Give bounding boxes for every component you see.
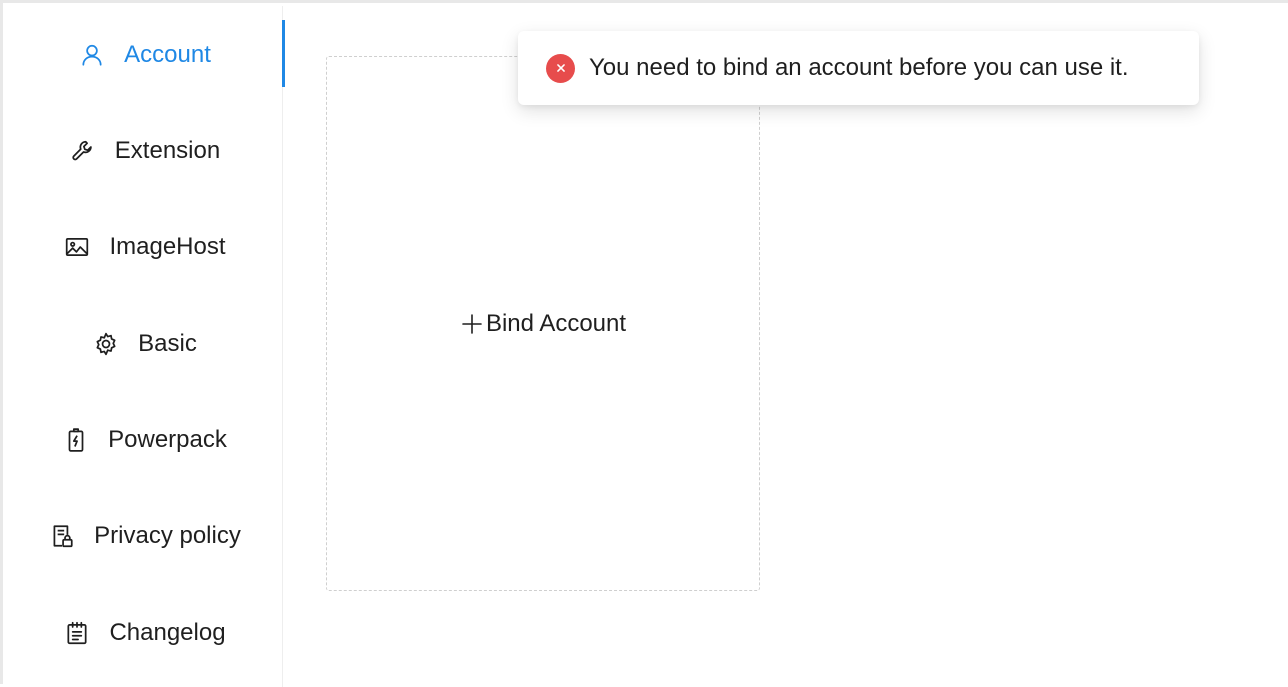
- user-icon: [78, 41, 106, 69]
- sidebar-item-label: Powerpack: [108, 426, 227, 453]
- error-toast: You need to bind an account before you c…: [518, 31, 1199, 105]
- bind-account-card[interactable]: Bind Account: [326, 56, 760, 591]
- battery-bolt-icon: [62, 426, 90, 454]
- sidebar-item-label: Privacy policy: [94, 522, 241, 549]
- gear-icon: [92, 330, 120, 358]
- document-lock-icon: [48, 522, 76, 550]
- sidebar-item-basic[interactable]: Basic: [6, 312, 283, 376]
- sidebar-item-privacy-policy[interactable]: Privacy policy: [6, 504, 283, 568]
- bind-account-button[interactable]: Bind Account: [460, 310, 626, 338]
- sidebar-item-changelog[interactable]: Changelog: [6, 601, 283, 665]
- sidebar-item-account[interactable]: Account: [6, 23, 283, 87]
- sidebar-item-label: Changelog: [109, 619, 226, 646]
- sidebar-item-extension[interactable]: Extension: [6, 119, 283, 183]
- sidebar-item-label: Basic: [138, 330, 197, 357]
- sidebar-item-imagehost[interactable]: ImageHost: [6, 215, 283, 279]
- image-icon: [63, 233, 91, 261]
- sidebar-item-powerpack[interactable]: Powerpack: [6, 408, 283, 472]
- notepad-icon: [63, 619, 91, 647]
- bind-account-label: Bind Account: [485, 309, 627, 337]
- sidebar: Account Extension ImageHost Basic Powerp…: [6, 6, 285, 687]
- toast-message: You need to bind an account before you c…: [589, 54, 1129, 81]
- main-content: Bind Account: [284, 6, 1288, 684]
- error-icon: [546, 53, 575, 83]
- wrench-icon: [69, 137, 97, 165]
- sidebar-item-label: Extension: [114, 137, 221, 164]
- plus-icon: [460, 312, 484, 336]
- sidebar-item-label: Account: [124, 41, 211, 68]
- sidebar-item-label: ImageHost: [109, 233, 226, 260]
- app-window: Account Extension ImageHost Basic Powerp…: [0, 0, 1288, 687]
